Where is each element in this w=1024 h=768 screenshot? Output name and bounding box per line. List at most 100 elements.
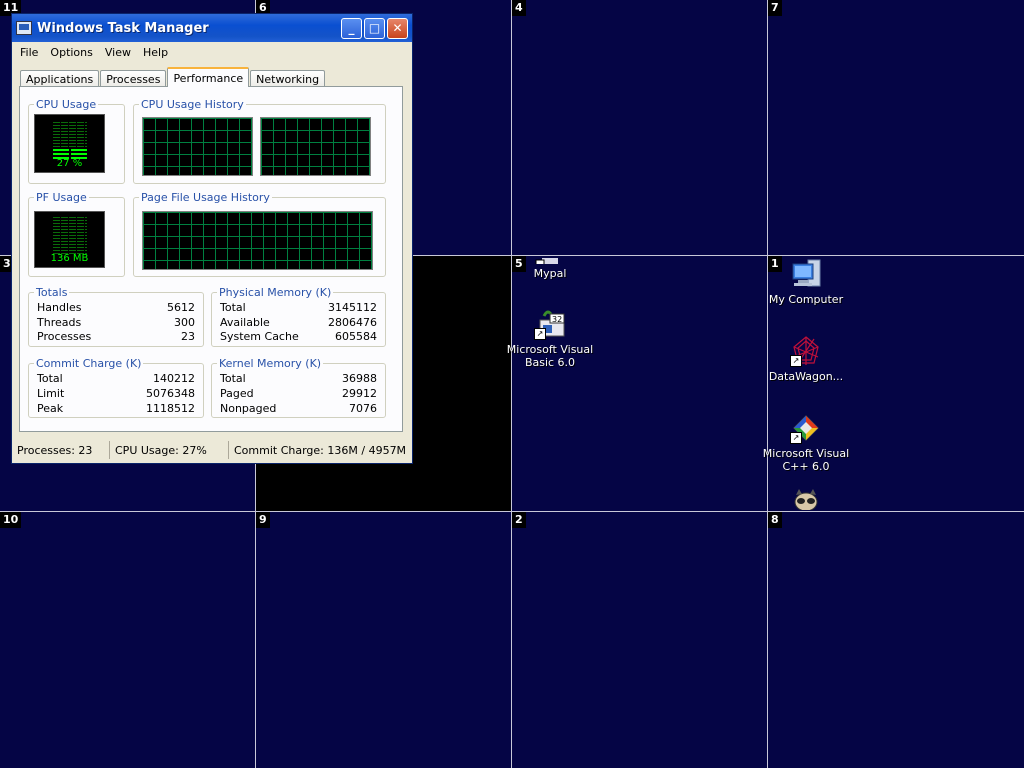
group-title: Kernel Memory (K) bbox=[217, 357, 324, 370]
meter-bar bbox=[52, 229, 87, 230]
meter-bar bbox=[52, 140, 87, 141]
maximize-button[interactable]: □ bbox=[364, 17, 385, 39]
pf-history-group: Page File Usage History bbox=[133, 191, 386, 277]
physical-row-system-cache: System Cache 605584 bbox=[220, 330, 377, 345]
icon-label: DataWagon... bbox=[768, 370, 844, 383]
row-value: 140212 bbox=[153, 372, 195, 385]
desktop-icon-visual-basic[interactable]: 32 ↗ Microsoft Visual Basic 6.0 bbox=[505, 308, 595, 369]
desktop-icon-datawagon[interactable]: ↗ DataWagon... bbox=[761, 335, 851, 383]
menu-bar: File Options View Help bbox=[12, 42, 412, 62]
kernel-row-paged: Paged 29912 bbox=[220, 387, 377, 402]
group-title: CPU Usage History bbox=[139, 98, 246, 111]
desktop-icon-my-computer[interactable]: My Computer bbox=[761, 258, 851, 306]
meter-bar bbox=[52, 153, 87, 155]
datawagon-icon: ↗ bbox=[790, 335, 822, 367]
desktop-cell[interactable]: 10 bbox=[0, 512, 255, 768]
meter-bar bbox=[52, 250, 87, 251]
cpu-usage-value: 27 % bbox=[56, 158, 83, 169]
meter-bar bbox=[52, 226, 87, 227]
desktop-cell[interactable]: 7 bbox=[768, 0, 1024, 255]
meter-bar bbox=[52, 149, 87, 151]
status-commit-charge: Commit Charge: 136M / 4957M bbox=[228, 441, 406, 459]
shortcut-arrow-icon: ↗ bbox=[790, 355, 802, 367]
row-label: Processes bbox=[37, 330, 92, 343]
totals-row-threads: Threads 300 bbox=[37, 316, 195, 331]
minimize-button[interactable]: _ bbox=[341, 17, 362, 39]
meter-bar bbox=[52, 241, 87, 242]
meter-bar bbox=[52, 131, 87, 132]
window-title: Windows Task Manager bbox=[37, 20, 209, 36]
cell-number: 7 bbox=[768, 0, 782, 16]
icon-label: Microsoft Visual Basic 6.0 bbox=[506, 343, 594, 369]
meter-bar bbox=[52, 235, 87, 236]
title-bar[interactable]: Windows Task Manager _ □ ✕ bbox=[12, 14, 412, 42]
task-manager-icon bbox=[16, 21, 32, 35]
meter-bar bbox=[52, 247, 87, 248]
row-label: System Cache bbox=[220, 330, 299, 343]
meter-bar bbox=[52, 122, 87, 123]
commit-row-total: Total 140212 bbox=[37, 372, 195, 387]
commit-row-peak: Peak 1118512 bbox=[37, 402, 195, 417]
row-label: Total bbox=[37, 372, 63, 385]
tab-processes[interactable]: Processes bbox=[100, 70, 167, 87]
desktop-cell[interactable]: 8 bbox=[768, 512, 1024, 768]
tab-strip: Applications Processes Performance Netwo… bbox=[20, 67, 326, 87]
cell-number: 4 bbox=[512, 0, 526, 16]
group-title: Commit Charge (K) bbox=[34, 357, 144, 370]
cpu-history-graph-core-2 bbox=[260, 117, 371, 176]
meter-bar bbox=[52, 134, 87, 135]
physical-row-available: Available 2806476 bbox=[220, 316, 377, 331]
desktop-icon-partial[interactable] bbox=[761, 488, 851, 510]
grid-divider bbox=[767, 0, 768, 768]
kernel-row-total: Total 36988 bbox=[220, 372, 377, 387]
row-value: 29912 bbox=[342, 387, 377, 400]
cpu-history-group: CPU Usage History bbox=[133, 98, 386, 184]
tab-performance[interactable]: Performance bbox=[167, 67, 250, 87]
tab-networking[interactable]: Networking bbox=[250, 70, 326, 87]
menu-help[interactable]: Help bbox=[137, 46, 174, 59]
meter-bar bbox=[52, 244, 87, 245]
desktop-cell[interactable]: 2 bbox=[512, 512, 767, 768]
row-value: 1118512 bbox=[146, 402, 195, 415]
physical-row-total: Total 3145112 bbox=[220, 301, 377, 316]
close-button[interactable]: ✕ bbox=[387, 17, 408, 39]
status-processes: Processes: 23 bbox=[17, 443, 93, 457]
menu-options[interactable]: Options bbox=[44, 46, 98, 59]
menu-view[interactable]: View bbox=[99, 46, 137, 59]
cpu-meter-bars bbox=[52, 122, 87, 161]
desktop-cell[interactable]: 9 bbox=[256, 512, 511, 768]
cpu-usage-group: CPU Usage 27 % bbox=[28, 98, 125, 184]
group-title: Totals bbox=[34, 286, 70, 299]
desktop-icon-visual-cpp[interactable]: ↗ Microsoft Visual C++ 6.0 bbox=[761, 412, 851, 473]
row-label: Handles bbox=[37, 301, 82, 314]
shortcut-arrow-icon: ↗ bbox=[790, 432, 802, 444]
row-value: 5612 bbox=[167, 301, 195, 314]
group-title: Physical Memory (K) bbox=[217, 286, 334, 299]
meter-bar bbox=[52, 143, 87, 144]
tab-applications[interactable]: Applications bbox=[20, 70, 100, 87]
cell-number: 8 bbox=[768, 512, 782, 528]
row-value: 605584 bbox=[335, 330, 377, 343]
status-cpu-usage: CPU Usage: 27% bbox=[109, 441, 228, 459]
pf-meter-bars bbox=[52, 217, 87, 256]
svg-text:32: 32 bbox=[552, 315, 562, 324]
desktop-cell[interactable]: 4 bbox=[512, 0, 767, 255]
icon-label: Mypal bbox=[533, 267, 567, 280]
physical-memory-group: Physical Memory (K) Total 3145112 Availab… bbox=[211, 286, 386, 347]
desktop-icon-mypal[interactable]: Mypal bbox=[505, 256, 595, 280]
row-label: Nonpaged bbox=[220, 402, 277, 415]
cell-number: 10 bbox=[0, 512, 22, 528]
icon-label: My Computer bbox=[768, 293, 844, 306]
grid-divider bbox=[511, 0, 512, 768]
row-value: 2806476 bbox=[328, 316, 377, 329]
menu-file[interactable]: File bbox=[14, 46, 44, 59]
row-label: Limit bbox=[37, 387, 65, 400]
task-manager-window[interactable]: Windows Task Manager _ □ ✕ File Options … bbox=[11, 13, 413, 464]
desktop-cell[interactable]: 5 bbox=[512, 256, 767, 511]
commit-charge-group: Commit Charge (K) Total 140212 Limit 50763… bbox=[28, 357, 204, 418]
row-value: 36988 bbox=[342, 372, 377, 385]
row-label: Total bbox=[220, 372, 246, 385]
row-value: 5076348 bbox=[146, 387, 195, 400]
performance-panel: CPU Usage 27 % CPU Usage History PF Usag… bbox=[19, 86, 403, 432]
my-computer-icon bbox=[790, 258, 822, 290]
